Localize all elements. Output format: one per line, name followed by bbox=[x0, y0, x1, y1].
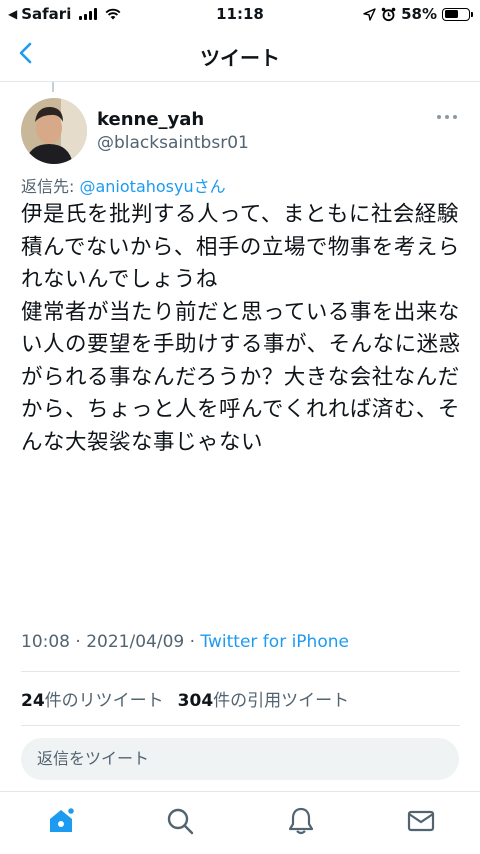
page-title: ツイート bbox=[200, 46, 280, 70]
status-bar-right: 58% bbox=[363, 5, 473, 23]
meta-separator: · bbox=[70, 632, 87, 652]
more-options-icon[interactable] bbox=[436, 112, 458, 122]
quotes-label: 件の引用ツイート bbox=[213, 691, 350, 711]
avatar-image bbox=[21, 98, 87, 164]
tweet-source-link[interactable]: Twitter for iPhone bbox=[200, 632, 349, 652]
user-handle[interactable]: @blacksaintbsr01 bbox=[97, 133, 249, 153]
avatar[interactable] bbox=[21, 98, 87, 164]
tweet-time: 10:08 bbox=[21, 632, 70, 652]
tweet-meta: 10:08 · 2021/04/09 · Twitter for iPhone bbox=[21, 632, 349, 652]
meta-separator-2: · bbox=[184, 632, 201, 652]
retweets-count: 24 bbox=[21, 691, 45, 711]
battery-icon bbox=[442, 7, 473, 21]
reply-input[interactable]: 返信をツイート bbox=[21, 738, 459, 780]
battery-fill bbox=[444, 10, 458, 18]
status-bar: ◀ Safari 11:18 58% bbox=[0, 0, 480, 28]
alarm-icon bbox=[381, 7, 396, 21]
bell-icon[interactable] bbox=[286, 806, 316, 836]
bottom-tab-bar bbox=[0, 791, 480, 854]
retweets-stat[interactable]: 24件のリツイート bbox=[21, 686, 164, 711]
home-icon[interactable] bbox=[46, 806, 76, 836]
tweet-text: 伊是氏を批判する人って、まともに社会経験積んでないから、相手の立場で物事を考えら… bbox=[21, 202, 461, 455]
engagement-stats: 24件のリツイート 304件の引用ツイート bbox=[21, 686, 349, 711]
location-arrow-icon bbox=[363, 7, 376, 21]
retweets-label: 件のリツイート bbox=[44, 691, 164, 711]
quote-tweets-stat[interactable]: 304件の引用ツイート bbox=[178, 686, 350, 711]
divider-2 bbox=[21, 725, 460, 726]
mail-icon[interactable] bbox=[406, 806, 436, 836]
nav-header: ツイート bbox=[0, 28, 480, 82]
battery-percent: 58% bbox=[401, 5, 437, 23]
search-icon[interactable] bbox=[165, 806, 195, 836]
thread-connector-line bbox=[52, 82, 54, 92]
quotes-count: 304 bbox=[177, 691, 214, 711]
reply-to-prefix: 返信先: bbox=[21, 177, 80, 196]
reply-to-mention-link[interactable]: @aniotahosyuさん bbox=[79, 177, 225, 196]
divider bbox=[21, 671, 460, 672]
display-name[interactable]: kenne_yah bbox=[97, 109, 204, 130]
reply-to-line: 返信先: @aniotahosyuさん bbox=[21, 173, 226, 197]
tweet-date: 2021/04/09 bbox=[86, 632, 185, 652]
